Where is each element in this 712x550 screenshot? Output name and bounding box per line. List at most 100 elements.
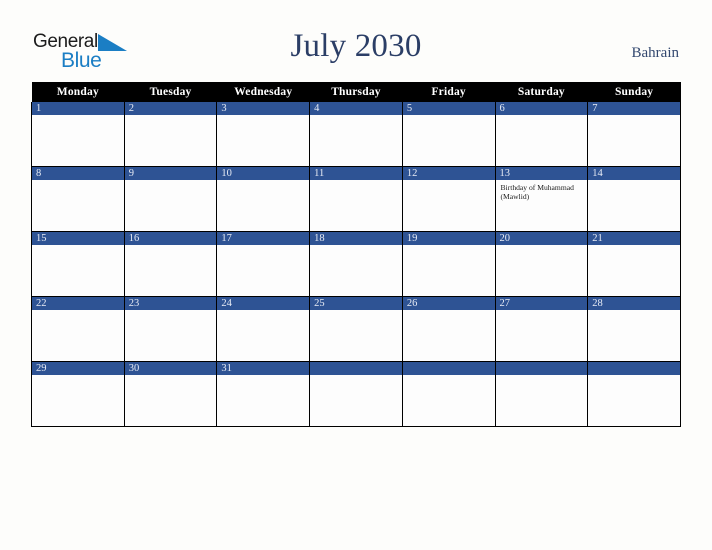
day-number: 16 xyxy=(124,232,217,245)
day-cell-5[interactable]: 5 xyxy=(401,102,496,167)
day-cell-empty[interactable] xyxy=(587,361,681,427)
day-number: 25 xyxy=(310,297,402,310)
day-number: 11 xyxy=(310,167,402,180)
day-number: 29 xyxy=(32,362,124,375)
day-cell-14[interactable]: 14 xyxy=(587,166,681,232)
day-cell-empty[interactable] xyxy=(309,361,403,427)
day-events xyxy=(310,180,402,231)
day-cell-30[interactable]: 30 xyxy=(123,361,218,427)
day-events xyxy=(496,245,588,296)
weekday-header-thursday: Thursday xyxy=(309,82,403,102)
day-cell-10[interactable]: 10 xyxy=(216,166,311,232)
holiday-event: Birthday of Muhammad (Mawlid) xyxy=(500,183,574,202)
day-events xyxy=(403,180,495,231)
day-cell-27[interactable]: 27 xyxy=(494,296,589,362)
day-cell-21[interactable]: 21 xyxy=(587,231,681,297)
day-number xyxy=(310,362,402,375)
day-events xyxy=(588,180,680,231)
day-cell-31[interactable]: 31 xyxy=(216,361,311,427)
day-events xyxy=(403,115,495,166)
day-events xyxy=(32,310,124,361)
day-cell-26[interactable]: 26 xyxy=(401,296,496,362)
weekday-header-row-group: Monday Tuesday Wednesday Thursday Friday Satu… xyxy=(31,82,681,102)
day-cell-8[interactable]: 8 xyxy=(31,166,125,232)
day-cell-11[interactable]: 11 xyxy=(309,166,403,232)
weekday-header-row: Monday Tuesday Wednesday Thursday Friday Satu… xyxy=(31,82,681,102)
calendar-week-row: 22 23 24 25 26 27 28 xyxy=(31,296,681,362)
day-number: 5 xyxy=(402,102,495,115)
day-cell-13[interactable]: 13 Birthday of Muhammad (Mawlid) xyxy=(494,166,589,232)
day-cell-9[interactable]: 9 xyxy=(123,166,218,232)
day-events xyxy=(32,180,124,231)
day-number: 23 xyxy=(124,297,217,310)
day-events xyxy=(403,310,495,361)
day-number: 8 xyxy=(32,167,124,180)
day-number: 27 xyxy=(495,297,588,310)
country-label: Bahrain xyxy=(631,45,679,61)
day-number: 20 xyxy=(495,232,588,245)
day-events: Birthday of Muhammad (Mawlid) xyxy=(496,180,588,231)
day-events xyxy=(32,115,124,166)
day-number xyxy=(495,362,588,375)
calendar-week-row: 1234567 xyxy=(31,102,681,167)
day-number: 9 xyxy=(124,167,217,180)
day-number: 19 xyxy=(402,232,495,245)
day-events xyxy=(588,310,680,361)
day-cell-16[interactable]: 16 xyxy=(123,231,218,297)
day-events xyxy=(496,375,588,426)
day-events xyxy=(310,245,402,296)
calendar-week-row: 15 16 17 18 19 20 21 xyxy=(31,231,681,297)
day-cell-empty[interactable] xyxy=(494,361,589,427)
day-cell-24[interactable]: 24 xyxy=(216,296,311,362)
day-number: 2 xyxy=(124,102,217,115)
day-cell-1[interactable]: 1 xyxy=(31,102,125,167)
day-events xyxy=(403,245,495,296)
day-events xyxy=(403,375,495,426)
calendar-week-row: 29 30 31 xyxy=(31,361,681,427)
month-calendar-table: Monday Tuesday Wednesday Thursday Friday Satu… xyxy=(31,82,681,427)
day-events xyxy=(588,115,680,166)
day-number xyxy=(402,362,495,375)
day-events xyxy=(32,375,124,426)
day-cell-19[interactable]: 19 xyxy=(401,231,496,297)
day-cell-2[interactable]: 2 xyxy=(123,102,218,167)
day-number: 7 xyxy=(588,102,680,115)
day-cell-empty[interactable] xyxy=(401,361,496,427)
weekday-header-wednesday: Wednesday xyxy=(216,82,310,102)
day-number: 30 xyxy=(124,362,217,375)
day-number: 26 xyxy=(402,297,495,310)
day-cell-15[interactable]: 15 xyxy=(31,231,125,297)
day-cell-18[interactable]: 18 xyxy=(309,231,403,297)
day-number xyxy=(588,362,680,375)
day-cell-29[interactable]: 29 xyxy=(31,361,125,427)
day-events xyxy=(310,310,402,361)
day-cell-4[interactable]: 4 xyxy=(309,102,403,167)
day-cell-3[interactable]: 3 xyxy=(216,102,311,167)
page-header: General Blue July 2030 Bahrain xyxy=(0,0,712,82)
day-cell-28[interactable]: 28 xyxy=(587,296,681,362)
day-cell-6[interactable]: 6 xyxy=(494,102,589,167)
day-number: 12 xyxy=(402,167,495,180)
day-cell-7[interactable]: 7 xyxy=(587,102,681,167)
day-number: 28 xyxy=(588,297,680,310)
day-cell-22[interactable]: 22 xyxy=(31,296,125,362)
day-events xyxy=(588,245,680,296)
day-events xyxy=(125,310,217,361)
day-number: 15 xyxy=(32,232,124,245)
day-number: 18 xyxy=(310,232,402,245)
day-events xyxy=(217,180,309,231)
day-cell-17[interactable]: 17 xyxy=(216,231,311,297)
day-cell-23[interactable]: 23 xyxy=(123,296,218,362)
day-events xyxy=(496,310,588,361)
day-events xyxy=(217,310,309,361)
day-events xyxy=(217,375,309,426)
day-cell-12[interactable]: 12 xyxy=(401,166,496,232)
day-number: 22 xyxy=(32,297,124,310)
day-cell-20[interactable]: 20 xyxy=(494,231,589,297)
day-number: 6 xyxy=(495,102,588,115)
day-cell-25[interactable]: 25 xyxy=(309,296,403,362)
weekday-header-friday: Friday xyxy=(402,82,496,102)
day-events xyxy=(310,375,402,426)
calendar-body: 1 2 3 4 5 6 7 8 9 10 11 12 13 Birthday of Muhammad (M… xyxy=(31,102,681,427)
day-events xyxy=(588,375,680,426)
